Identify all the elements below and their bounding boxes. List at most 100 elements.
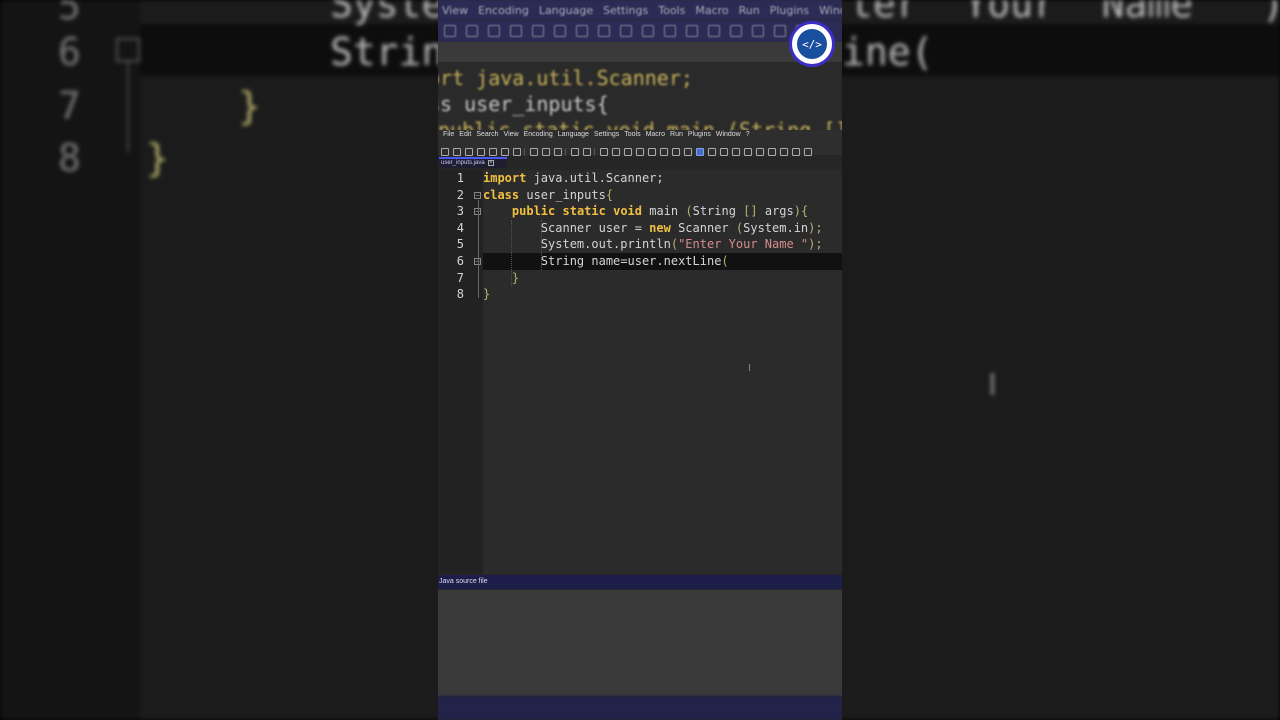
menu-help[interactable]: ? — [746, 131, 750, 138]
word-wrap-icon[interactable] — [672, 148, 680, 156]
zoom-in-icon[interactable] — [624, 148, 632, 156]
zoom-menu-item: Encoding — [478, 4, 529, 17]
folder-workspace-icon[interactable] — [744, 148, 752, 156]
monitoring-icon[interactable] — [756, 148, 764, 156]
menubar: File Edit Search View Encoding Language Settin… — [438, 130, 842, 141]
fold-line — [478, 200, 479, 298]
toolbar — [438, 141, 842, 156]
menu-language[interactable]: Language — [558, 131, 589, 138]
lower-area — [438, 590, 842, 696]
code-content: import java.util.Scanner; class user_inp… — [483, 170, 823, 303]
zoom-menubar: View Encoding Language Settings Tools Macro Ru… — [438, 0, 842, 20]
toolbar-separator — [594, 148, 595, 156]
zoom-menu-item: Plugins — [769, 4, 810, 17]
zoom-toolbar — [438, 20, 842, 42]
language-icon[interactable] — [708, 148, 716, 156]
code-line-4: Scanner user = new Scanner (System.in); — [540, 220, 823, 235]
menu-encoding[interactable]: Encoding — [524, 131, 553, 138]
line-number: 3 — [456, 204, 464, 219]
indent-guide-icon[interactable] — [696, 148, 704, 156]
bg-line-number: 6 — [58, 30, 81, 74]
sync-horizontal-icon[interactable] — [660, 148, 668, 156]
print-icon[interactable] — [513, 148, 521, 156]
tab-user-inputs-java[interactable]: user_inputs.java × — [439, 157, 507, 168]
zoom-menu-item: Run — [738, 4, 760, 17]
zoom-code-line: public static void main (String [] — [438, 118, 842, 130]
zoom-out-icon[interactable] — [636, 148, 644, 156]
function-list-icon[interactable] — [732, 148, 740, 156]
line-number: 2 — [456, 187, 464, 202]
video-panel: View Encoding Language Settings Tools Macro Ru… — [438, 0, 842, 720]
zoom-menu-item: View — [442, 4, 469, 17]
bottom-bar — [438, 696, 842, 720]
run-macro-multiple-icon[interactable] — [804, 148, 812, 156]
record-macro-icon[interactable] — [768, 148, 776, 156]
text-cursor-icon: I — [748, 363, 751, 374]
find-icon[interactable] — [600, 148, 608, 156]
close-icon[interactable] — [489, 148, 497, 156]
sync-vertical-icon[interactable] — [648, 148, 656, 156]
code-line-6: String name=user.nextLine( — [540, 253, 729, 268]
bg-line-number: 8 — [58, 136, 81, 180]
line-number: 1 — [456, 171, 464, 185]
line-number: 7 — [456, 270, 464, 285]
tab-close-icon[interactable]: × — [487, 160, 494, 166]
close-all-icon[interactable] — [501, 148, 509, 156]
zoom-tab-strip — [438, 42, 842, 62]
code-line-2: class user_inputs{ — [483, 187, 614, 202]
menu-view[interactable]: View — [504, 131, 519, 138]
tab-bar: user_inputs.java × — [438, 156, 842, 168]
stop-macro-icon[interactable] — [780, 148, 788, 156]
new-file-icon[interactable] — [441, 148, 449, 156]
fold-minus-icon[interactable]: − — [474, 192, 481, 199]
zoom-menu-item: Tools — [658, 4, 686, 17]
line-number: 4 — [456, 220, 464, 235]
code-line-8: } — [483, 287, 491, 302]
copy-icon[interactable] — [542, 148, 550, 156]
code-line-7: } — [511, 270, 520, 285]
save-all-icon[interactable] — [477, 148, 485, 156]
bg-code: ine( — [842, 30, 934, 74]
code-line-1: import java.util.Scanner; — [483, 171, 664, 185]
cut-icon[interactable] — [530, 148, 538, 156]
menu-tools[interactable]: Tools — [624, 131, 640, 138]
open-file-icon[interactable] — [453, 148, 461, 156]
status-file-type: Java source file — [439, 578, 488, 585]
menu-settings[interactable]: Settings — [594, 131, 619, 138]
bg-line-number: 5 — [58, 0, 81, 28]
menu-macro[interactable]: Macro — [646, 131, 665, 138]
menu-window[interactable]: Window — [716, 131, 741, 138]
bg-fold-line — [127, 62, 129, 152]
show-all-chars-icon[interactable] — [684, 148, 692, 156]
doc-map-icon[interactable] — [720, 148, 728, 156]
tab-label: user_inputs.java — [441, 160, 485, 166]
bg-brace: } — [238, 84, 261, 128]
zoom-code-line: ort java.util.Scanner; — [438, 66, 693, 90]
code-line-3: public static void main (String [] args)… — [511, 204, 809, 219]
code-editor[interactable]: 1 2 3 4 5 6 7 8 − − − import java.util.S… — [438, 170, 842, 574]
redo-icon[interactable] — [583, 148, 591, 156]
paste-icon[interactable] — [554, 148, 562, 156]
bg-brace: } — [146, 136, 169, 180]
toolbar-separator — [565, 148, 566, 156]
bg-line-number: 7 — [58, 84, 81, 128]
menu-file[interactable]: File — [443, 131, 454, 138]
zoom-menu-item: Macro — [695, 4, 729, 17]
menu-search[interactable]: Search — [476, 131, 498, 138]
menu-plugins[interactable]: Plugins — [688, 131, 711, 138]
save-icon[interactable] — [465, 148, 473, 156]
text-cursor-icon: I — [988, 368, 997, 403]
zoom-code-line: ss user_inputs{ — [438, 92, 609, 116]
menu-edit[interactable]: Edit — [459, 131, 471, 138]
bg-fold-icon — [116, 38, 140, 62]
undo-icon[interactable] — [571, 148, 579, 156]
bg-code: Strin — [330, 30, 445, 74]
menu-run[interactable]: Run — [670, 131, 683, 138]
line-numbers: 1 2 3 4 5 6 7 8 — [438, 170, 468, 303]
replace-icon[interactable] — [612, 148, 620, 156]
bg-code: Syste — [330, 0, 445, 26]
logo-code-icon: </> — [797, 29, 827, 59]
zoom-menu-item: Settings — [603, 4, 649, 17]
play-macro-icon[interactable] — [792, 148, 800, 156]
channel-logo-icon: </> — [789, 21, 835, 67]
